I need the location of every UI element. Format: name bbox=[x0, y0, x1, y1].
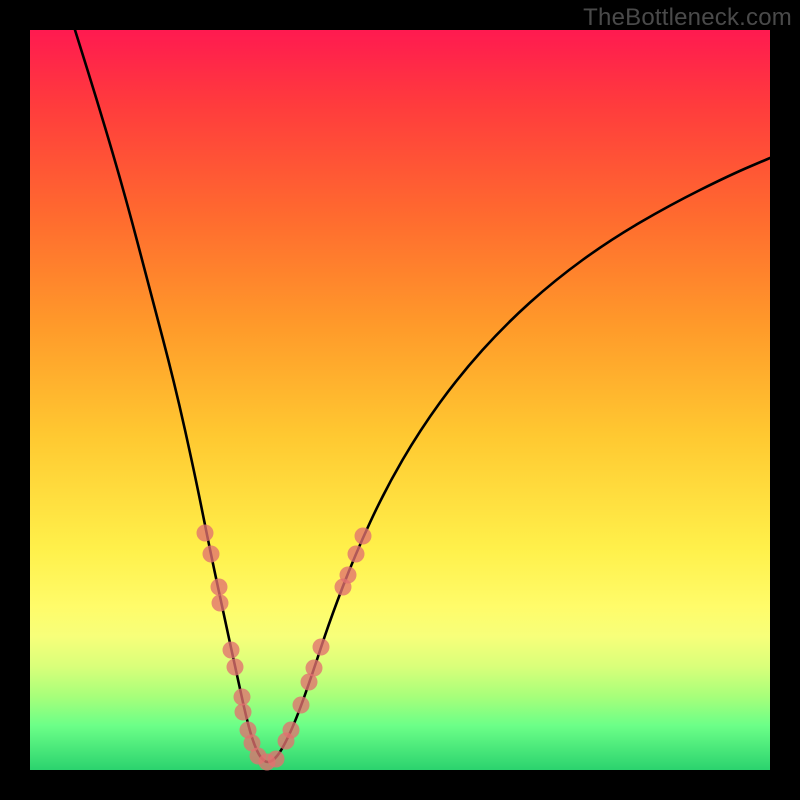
scatter-dot bbox=[348, 546, 365, 563]
scatter-dot bbox=[283, 722, 300, 739]
scatter-dot bbox=[212, 595, 229, 612]
scatter-dots bbox=[197, 525, 372, 771]
scatter-dot bbox=[306, 660, 323, 677]
scatter-dot bbox=[234, 689, 251, 706]
scatter-dot bbox=[197, 525, 214, 542]
chart-frame: TheBottleneck.com bbox=[0, 0, 800, 800]
scatter-dot bbox=[268, 751, 285, 768]
scatter-dot bbox=[211, 579, 228, 596]
plot-area bbox=[30, 30, 770, 770]
scatter-dot bbox=[227, 659, 244, 676]
scatter-dot bbox=[203, 546, 220, 563]
scatter-dot bbox=[293, 697, 310, 714]
curve-svg bbox=[30, 30, 770, 770]
scatter-dot bbox=[340, 567, 357, 584]
scatter-dot bbox=[223, 642, 240, 659]
scatter-dot bbox=[313, 639, 330, 656]
watermark-text: TheBottleneck.com bbox=[583, 4, 792, 32]
scatter-dot bbox=[235, 704, 252, 721]
bottleneck-curve bbox=[75, 30, 770, 762]
scatter-dot bbox=[355, 528, 372, 545]
